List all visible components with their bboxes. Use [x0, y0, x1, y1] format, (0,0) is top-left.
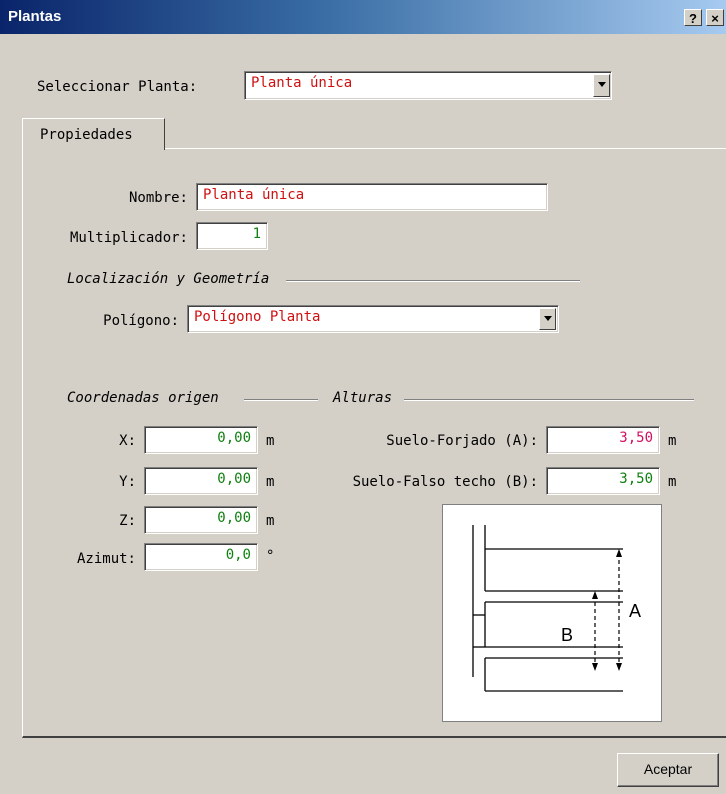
arrow-up-icon	[592, 591, 598, 599]
multiplicador-value: 1	[252, 226, 261, 242]
close-button[interactable]: ×	[706, 9, 724, 26]
x-input[interactable]: 0,00	[144, 426, 258, 454]
multiplicador-input[interactable]: 1	[196, 222, 268, 250]
select-planta-value: Planta única	[251, 75, 353, 91]
z-input[interactable]: 0,00	[144, 506, 258, 534]
arrow-down-icon	[592, 663, 598, 671]
nombre-label: Nombre:	[128, 190, 188, 206]
coordenadas-divider	[244, 399, 318, 401]
x-value: 0,00	[217, 430, 251, 446]
azimut-label: Azimut:	[76, 551, 136, 567]
dimension-b-label: B	[561, 625, 573, 645]
y-label: Y:	[119, 474, 136, 490]
azimut-unit: °	[266, 548, 275, 564]
suelo-forjado-value: 3,50	[619, 430, 653, 446]
y-value: 0,00	[217, 471, 251, 487]
height-diagram-drawing: A B	[472, 525, 641, 692]
chevron-down-icon[interactable]	[539, 308, 556, 330]
azimut-input[interactable]: 0,0	[144, 543, 258, 571]
z-label: Z:	[119, 513, 136, 529]
arrow-up-icon	[616, 549, 622, 557]
window-title: Plantas	[8, 8, 62, 25]
coordenadas-heading: Coordenadas origen	[67, 390, 219, 406]
suelo-falso-techo-value: 3,50	[619, 471, 653, 487]
alturas-heading: Alturas	[333, 390, 393, 406]
select-planta-label: Seleccionar Planta:	[37, 79, 198, 95]
suelo-forjado-input[interactable]: 3,50	[546, 426, 660, 454]
chevron-down-icon[interactable]	[593, 74, 610, 97]
z-unit: m	[266, 513, 275, 529]
suelo-forjado-unit: m	[668, 433, 677, 449]
poligono-dropdown[interactable]: Polígono Planta	[187, 305, 559, 333]
z-value: 0,00	[217, 510, 251, 526]
y-unit: m	[266, 474, 275, 490]
suelo-falso-techo-input[interactable]: 3,50	[546, 467, 660, 495]
nombre-input[interactable]: Planta única	[196, 183, 548, 211]
help-button[interactable]: ?	[684, 9, 702, 26]
plantas-dialog: Plantas ? × Seleccionar Planta: Planta ú…	[0, 0, 726, 794]
alturas-divider	[404, 399, 694, 401]
nombre-value: Planta única	[203, 187, 305, 203]
localizacion-heading: Localización y Geometría	[67, 271, 270, 287]
suelo-falso-techo-label: Suelo-Falso techo (B):	[352, 474, 538, 490]
suelo-falso-techo-unit: m	[668, 474, 677, 490]
multiplicador-label: Multiplicador:	[69, 230, 188, 246]
height-diagram: A B	[442, 504, 662, 722]
accept-button[interactable]: Aceptar	[617, 753, 719, 787]
x-label: X:	[119, 433, 136, 449]
x-unit: m	[266, 433, 275, 449]
title-bar: Plantas ? ×	[0, 0, 726, 34]
select-planta-dropdown[interactable]: Planta única	[244, 71, 612, 100]
dimension-a-label: A	[629, 601, 641, 621]
tab-propiedades-label: Propiedades	[40, 127, 133, 143]
poligono-value: Polígono Planta	[194, 309, 321, 325]
poligono-label: Polígono:	[103, 313, 179, 329]
arrow-down-icon	[616, 663, 622, 671]
localizacion-divider	[286, 280, 580, 282]
y-input[interactable]: 0,00	[144, 467, 258, 495]
azimut-value: 0,0	[225, 547, 251, 563]
suelo-forjado-label: Suelo-Forjado (A):	[386, 433, 538, 449]
tab-propiedades[interactable]: Propiedades	[22, 118, 165, 150]
